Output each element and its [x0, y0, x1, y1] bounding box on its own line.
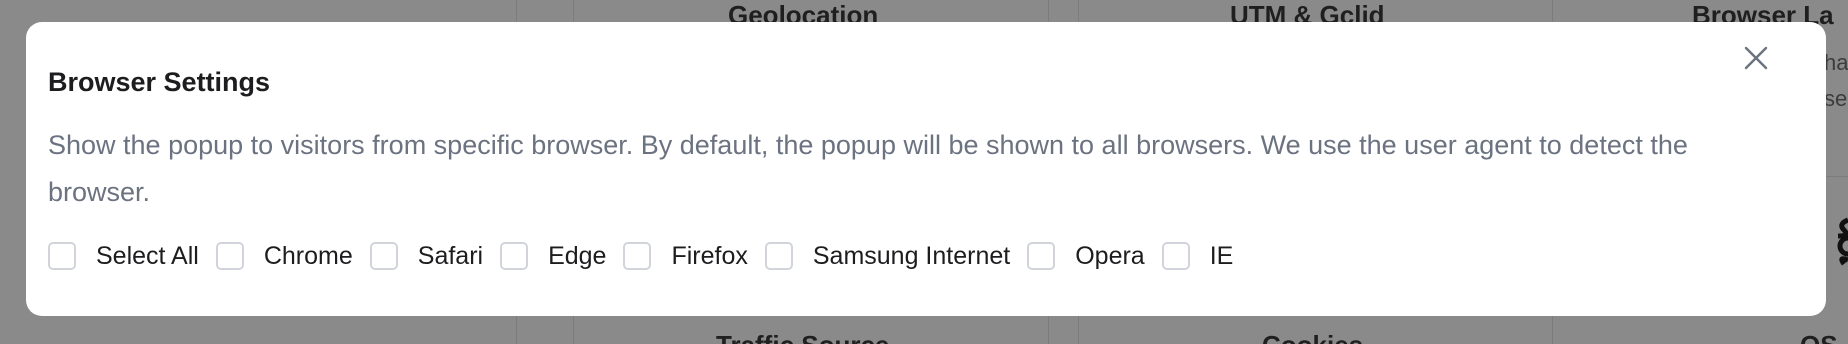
firefox-checkbox[interactable]	[623, 242, 652, 270]
close-button[interactable]	[1738, 40, 1774, 76]
edge-checkbox[interactable]	[500, 242, 529, 270]
option-label: Samsung Internet	[812, 241, 1011, 270]
opera-checkbox[interactable]	[1027, 242, 1056, 270]
option-label: Edge	[548, 241, 607, 270]
safari-checkbox[interactable]	[369, 242, 398, 270]
option-opera[interactable]: Opera	[1027, 241, 1145, 271]
option-safari[interactable]: Safari	[369, 241, 484, 271]
background-snippet: ha	[1824, 50, 1848, 75]
option-label: Safari	[417, 241, 484, 270]
option-samsung-internet[interactable]: Samsung Internet	[764, 241, 1011, 271]
close-icon	[1744, 46, 1768, 70]
background-snippet: se	[1824, 86, 1848, 111]
samsung-internet-checkbox[interactable]	[764, 242, 793, 270]
ie-checkbox[interactable]	[1161, 242, 1190, 270]
browser-options: Select All Chrome Safari Edge Firefox Sa…	[48, 240, 1250, 272]
background-heading-cookies: Cookies	[1262, 330, 1363, 344]
select-all-checkbox[interactable]	[48, 242, 76, 270]
chrome-checkbox[interactable]	[215, 242, 244, 270]
option-label: IE	[1209, 241, 1234, 270]
option-select-all[interactable]: Select All	[48, 242, 199, 271]
option-edge[interactable]: Edge	[500, 242, 606, 271]
option-label: Opera	[1075, 241, 1145, 270]
option-ie[interactable]: IE	[1161, 241, 1234, 271]
modal-title: Browser Settings	[48, 67, 271, 97]
option-chrome[interactable]: Chrome	[215, 241, 353, 271]
option-firefox[interactable]: Firefox	[623, 241, 748, 271]
option-label: Chrome	[263, 241, 353, 270]
modal-description: Show the popup to visitors from specific…	[48, 130, 1688, 207]
option-label: Select All	[96, 241, 199, 270]
option-label: Firefox	[671, 241, 748, 270]
background-icon	[1824, 214, 1848, 266]
background-heading-os: OS	[1800, 330, 1838, 344]
background-heading-traffic-source: Traffic Source	[716, 330, 889, 344]
